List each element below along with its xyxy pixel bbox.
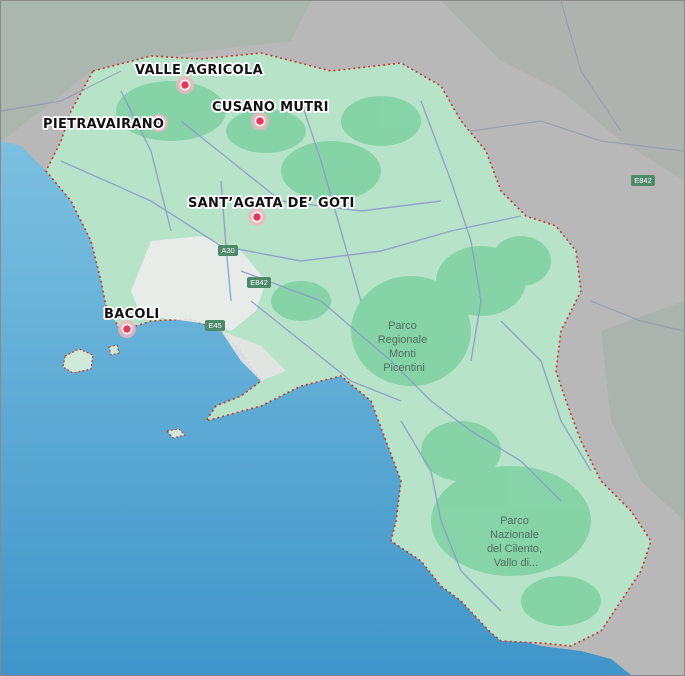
map-view[interactable]: A30 E842 E45 E842 Parco Regionale Monti …	[0, 0, 685, 676]
location-dot-icon	[179, 79, 191, 91]
road-shield-label: E45	[208, 321, 221, 330]
marker-label: CUSANO MUTRI	[212, 100, 329, 115]
marker-label: BACOLI	[104, 307, 159, 322]
marker-pietravairano[interactable]: PIETRAVAIRANO	[41, 114, 168, 134]
marker-label: VALLE AGRICOLA	[135, 63, 263, 78]
road-shield-label: A30	[221, 246, 234, 255]
road-shield-e842: E842	[247, 277, 271, 288]
location-dot-icon	[251, 211, 263, 223]
marker-label: PIETRAVAIRANO	[43, 117, 164, 132]
road-shield-label: E842	[634, 176, 652, 185]
map-canvas[interactable]: A30 E842 E45 E842 Parco Regionale Monti …	[1, 1, 684, 675]
road-shield-e842: E842	[631, 175, 655, 186]
road-shield-label: E842	[250, 278, 268, 287]
road-shield-e45: E45	[205, 320, 225, 331]
location-dot-icon	[121, 323, 133, 335]
marker-label: SANT’AGATA DE’ GOTI	[188, 196, 355, 211]
road-shield-a30: A30	[218, 245, 238, 256]
location-dot-icon	[254, 115, 266, 127]
